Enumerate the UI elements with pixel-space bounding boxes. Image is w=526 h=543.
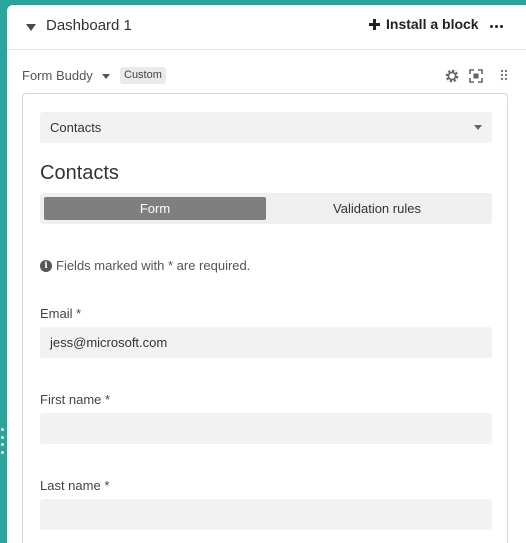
dashboard-panel: Dashboard 1 Install a block Form Buddy C… <box>7 5 526 543</box>
tab-form[interactable]: Form <box>44 197 266 220</box>
drag-handle-icon[interactable] <box>496 68 512 84</box>
required-note-text: Fields marked with * are required. <box>56 258 251 273</box>
dashboard-header: Dashboard 1 Install a block <box>7 5 526 50</box>
install-block-label: Install a block <box>386 16 479 32</box>
plus-icon <box>369 18 380 30</box>
chevron-down-icon <box>474 125 482 130</box>
form-title: Contacts <box>40 162 119 184</box>
form-block: Contacts Contacts Form Validation rules … <box>22 93 508 543</box>
chevron-down-icon[interactable] <box>102 74 110 79</box>
last-name-label: Last name * <box>40 478 110 493</box>
info-icon: i <box>40 259 52 272</box>
table-select-value: Contacts <box>50 120 102 135</box>
chevron-down-icon[interactable] <box>26 24 36 31</box>
last-name-field[interactable] <box>40 499 492 530</box>
install-block-button[interactable]: Install a block <box>369 16 479 32</box>
email-label: Email * <box>40 306 82 321</box>
tab-validation-rules[interactable]: Validation rules <box>266 197 488 220</box>
dashboard-title: Dashboard 1 <box>46 17 132 34</box>
required-note: i Fields marked with * are required. <box>40 258 250 273</box>
left-resize-handle[interactable] <box>0 428 4 454</box>
block-name[interactable]: Form Buddy <box>22 68 93 83</box>
gear-icon[interactable] <box>444 68 460 84</box>
email-field[interactable]: jess@microsoft.com <box>40 327 492 358</box>
custom-badge: Custom <box>120 67 166 84</box>
block-bar: Form Buddy Custom <box>22 67 517 85</box>
first-name-label: First name * <box>40 392 111 407</box>
form-tabs: Form Validation rules <box>40 193 492 224</box>
table-select[interactable]: Contacts <box>40 112 492 143</box>
more-icon[interactable] <box>490 25 503 28</box>
expand-icon[interactable] <box>468 68 484 84</box>
first-name-field[interactable] <box>40 413 492 444</box>
